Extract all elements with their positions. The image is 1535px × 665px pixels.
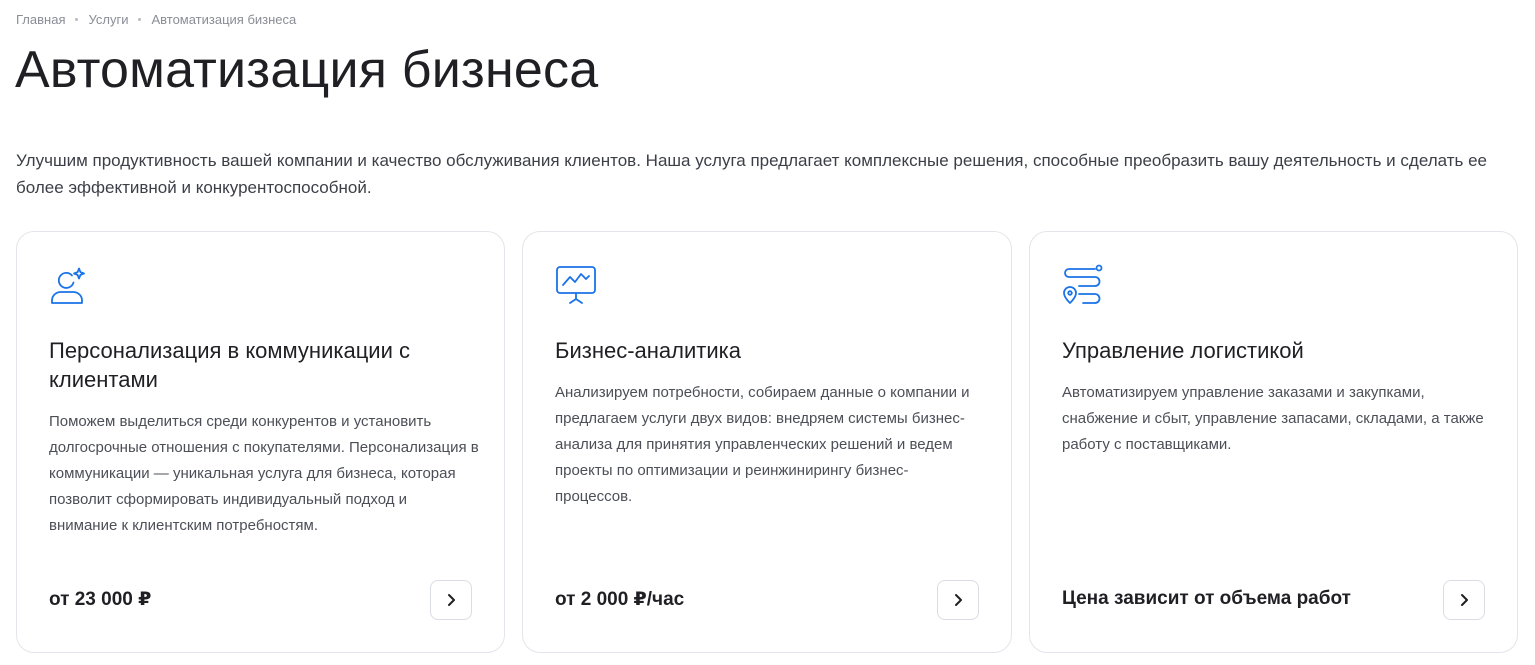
card-price: от 2 000 ₽/час [555,589,685,610]
service-card-logistics[interactable]: Управление логистикой Автоматизируем упр… [1029,231,1518,653]
card-title: Персонализация в коммуникации с клиентам… [49,338,410,392]
breadcrumb-separator [138,18,142,21]
service-card-analytics[interactable]: Бизнес-аналитика Анализируем потребности… [522,231,1012,653]
person-sparkle-icon [48,263,92,307]
breadcrumb-separator [75,18,79,21]
chevron-right-icon [448,594,455,606]
chevron-right-icon [1461,594,1468,606]
card-open-button[interactable] [430,580,472,620]
breadcrumb-services-link[interactable]: Услуги [88,12,128,27]
card-title: Бизнес-аналитика [555,338,741,363]
page-intro: Улучшим продуктивность вашей компании и … [16,151,1487,197]
card-description: Автоматизируем управление заказами и зак… [1062,384,1484,453]
card-open-button[interactable] [937,580,979,620]
card-description: Анализируем потребности, собираем данные… [555,384,970,505]
service-cards: Персонализация в коммуникации с клиентам… [16,231,1518,653]
card-price: от 23 000 ₽ [49,589,152,610]
card-description: Поможем выделиться среди конкурентов и у… [49,413,479,534]
card-price: Цена зависит от объема работ [1062,588,1351,609]
breadcrumb-current: Автоматизация бизнеса [151,12,297,27]
logistics-route-icon [1061,263,1105,307]
card-title: Управление логистикой [1062,338,1304,363]
analytics-chart-icon [554,263,598,307]
breadcrumb-home-link[interactable]: Главная [16,12,65,27]
breadcrumb: Главная Услуги Автоматизация бизнеса [16,12,296,27]
chevron-right-icon [955,594,962,606]
service-card-personalization[interactable]: Персонализация в коммуникации с клиентам… [16,231,505,653]
page-title: Автоматизация бизнеса [15,41,599,99]
card-open-button[interactable] [1443,580,1485,620]
